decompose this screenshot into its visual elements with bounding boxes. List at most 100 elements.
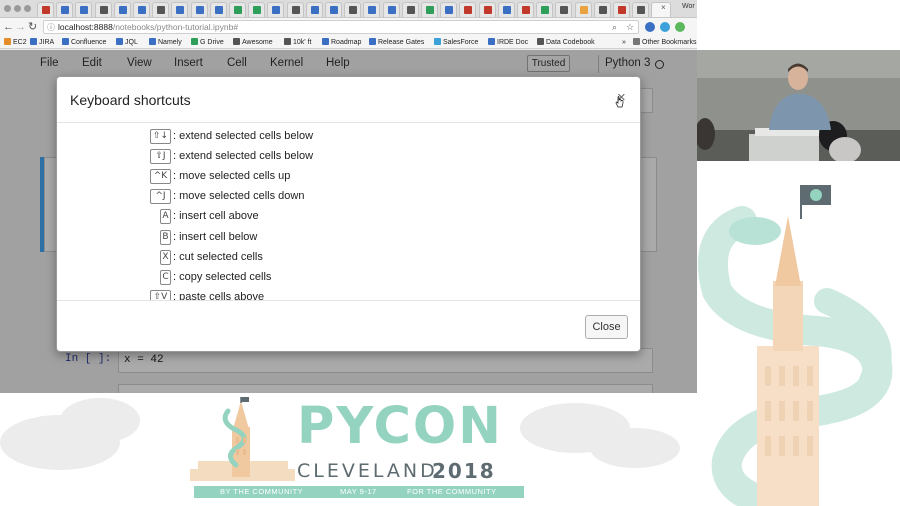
browser-tab[interactable] bbox=[209, 2, 227, 17]
browser-tab[interactable] bbox=[536, 2, 554, 17]
browser-tab[interactable] bbox=[248, 2, 266, 17]
bookmark-item[interactable]: JQL bbox=[116, 37, 138, 48]
browser-tab[interactable] bbox=[37, 2, 54, 17]
bookmark-item[interactable]: Data Codebook bbox=[537, 37, 595, 48]
browser-tab[interactable] bbox=[94, 2, 112, 17]
browser-tab[interactable] bbox=[401, 2, 419, 17]
shortcut-row: ⇧↓: extend selected cells below bbox=[57, 127, 640, 147]
tab-favicon-icon bbox=[291, 6, 300, 14]
speaker-camera-inset bbox=[697, 50, 900, 161]
reload-icon[interactable]: ↻ bbox=[28, 20, 37, 34]
bookmark-label: IRDE Doc bbox=[497, 39, 529, 46]
extension-icon-3[interactable] bbox=[675, 22, 685, 32]
tab-favicon-icon bbox=[406, 6, 415, 14]
shortcut-list[interactable]: ⇧↓: extend selected cells below ⇧J: exten… bbox=[57, 123, 640, 300]
bookmark-item[interactable]: 10k' ft bbox=[284, 37, 311, 48]
bookmark-item[interactable]: EC2 bbox=[4, 37, 27, 48]
tab-favicon-icon bbox=[42, 6, 50, 14]
back-arrow-icon[interactable]: ← bbox=[3, 20, 14, 34]
ribbon-text-right: FOR THE COMMUNITY bbox=[407, 487, 497, 496]
url-field[interactable]: ⓘ localhost:8888/notebooks/python-tutori… bbox=[43, 20, 639, 34]
browser-tab[interactable] bbox=[305, 2, 323, 17]
bookmark-label: Release Gates bbox=[378, 39, 425, 46]
bookmark-item[interactable]: Awesome bbox=[233, 37, 273, 48]
bookmark-item[interactable]: SalesForce bbox=[434, 37, 478, 48]
browser-tab[interactable] bbox=[229, 2, 246, 17]
shortcut-description: : move selected cells up bbox=[173, 170, 291, 183]
browser-tab[interactable] bbox=[382, 2, 400, 17]
browser-tab[interactable] bbox=[267, 2, 285, 17]
page-info-icon[interactable]: ⓘ bbox=[47, 22, 55, 33]
bookmark-item[interactable]: JIRA bbox=[30, 37, 54, 48]
browser-tab[interactable] bbox=[613, 2, 630, 17]
bookmark-item[interactable]: Namely bbox=[149, 37, 182, 48]
browser-tab[interactable] bbox=[56, 2, 74, 17]
bookmark-label: Confluence bbox=[71, 39, 107, 46]
extension-icon-2[interactable] bbox=[660, 22, 670, 32]
bookmark-label: JQL bbox=[125, 39, 138, 46]
browser-tab[interactable] bbox=[286, 2, 304, 17]
window-zoom-dot[interactable] bbox=[24, 5, 31, 12]
bookmark-label: JIRA bbox=[39, 39, 55, 46]
browser-tab[interactable] bbox=[363, 2, 381, 17]
browser-tab[interactable] bbox=[478, 2, 496, 17]
browser-tab[interactable] bbox=[593, 2, 611, 17]
forward-arrow-icon[interactable]: → bbox=[15, 20, 26, 34]
tab-favicon-icon bbox=[637, 6, 646, 14]
bookmark-star-icon[interactable]: ☆ bbox=[626, 22, 634, 33]
browser-tab[interactable] bbox=[113, 2, 131, 17]
active-tab[interactable]: × bbox=[651, 2, 671, 17]
window-close-dot[interactable] bbox=[4, 5, 11, 12]
browser-tab[interactable] bbox=[459, 2, 477, 17]
shortcut-key: ⇧V bbox=[150, 289, 171, 300]
bookmark-item[interactable]: Release Gates bbox=[369, 37, 424, 48]
bookmark-item[interactable]: IRDE Doc bbox=[488, 37, 528, 48]
browser-tab[interactable] bbox=[171, 2, 189, 17]
browser-tab[interactable] bbox=[75, 2, 93, 17]
tab-favicon-icon bbox=[195, 6, 204, 14]
shortcut-row: ^K: move selected cells up bbox=[57, 167, 640, 187]
extension-icon-1[interactable] bbox=[645, 22, 655, 32]
browser-tab[interactable] bbox=[555, 2, 573, 17]
browser-tab[interactable] bbox=[497, 2, 515, 17]
other-bookmarks-label: Other Bookmarks bbox=[642, 39, 697, 46]
bookmark-icon bbox=[322, 38, 329, 45]
bookmarks-overflow[interactable]: » bbox=[622, 37, 626, 48]
conference-year: 2018 bbox=[432, 459, 496, 483]
browser-tab[interactable] bbox=[574, 2, 592, 17]
url-text: localhost:8888/notebooks/python-tutorial… bbox=[58, 22, 238, 32]
browser-tab[interactable] bbox=[152, 2, 170, 17]
browser-tab[interactable] bbox=[133, 2, 150, 17]
browser-tab[interactable] bbox=[632, 2, 650, 17]
url-host: localhost:8888 bbox=[58, 22, 113, 32]
browser-tab[interactable] bbox=[325, 2, 342, 17]
hand-cursor-icon bbox=[615, 96, 624, 108]
bookmark-icon bbox=[284, 38, 291, 45]
shortcut-row: X: cut selected cells bbox=[57, 248, 640, 268]
shortcut-description: : move selected cells down bbox=[173, 190, 305, 203]
tab-favicon-icon bbox=[387, 6, 396, 14]
browser-tab[interactable] bbox=[421, 2, 438, 17]
bookmark-item[interactable]: G Drive bbox=[191, 37, 224, 48]
search-icon[interactable]: ⌕ bbox=[612, 22, 617, 33]
close-button[interactable]: Close bbox=[585, 315, 628, 339]
shortcut-key: ⇧↓ bbox=[150, 129, 171, 144]
bookmark-icon bbox=[4, 38, 11, 45]
city-name: CLEVELAND bbox=[297, 460, 438, 482]
bookmark-label: 10k' ft bbox=[293, 39, 312, 46]
browser-tab[interactable] bbox=[440, 2, 458, 17]
tab-favicon-icon bbox=[349, 6, 358, 14]
ribbon-text-left: BY THE COMMUNITY bbox=[220, 487, 304, 496]
dialog-footer-divider bbox=[57, 300, 640, 301]
tab-favicon-icon bbox=[99, 6, 108, 14]
other-bookmarks[interactable]: Other Bookmarks bbox=[633, 37, 696, 48]
browser-tab[interactable] bbox=[344, 2, 362, 17]
bookmark-item[interactable]: Confluence bbox=[62, 37, 106, 48]
window-minimize-dot[interactable] bbox=[14, 5, 21, 12]
tab-close-icon[interactable]: × bbox=[661, 3, 666, 12]
browser-tab[interactable] bbox=[190, 2, 208, 17]
bookmark-label: EC2 bbox=[13, 39, 27, 46]
bookmark-item[interactable]: Roadmap bbox=[322, 37, 361, 48]
browser-tab[interactable] bbox=[517, 2, 534, 17]
bookmark-icon bbox=[116, 38, 123, 45]
